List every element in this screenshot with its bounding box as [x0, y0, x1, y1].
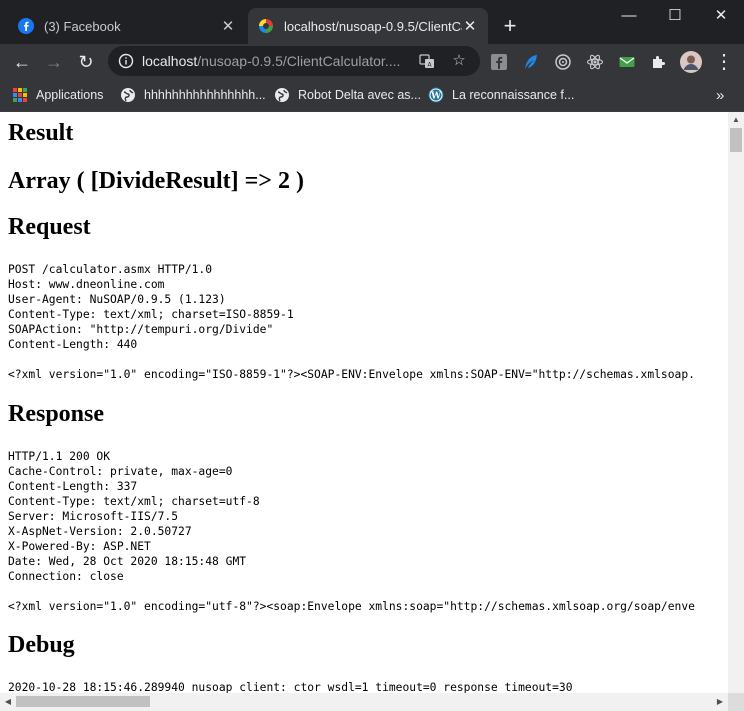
browser-toolbar: ← → ↻ localhost/nusoap-0.9.5/ClientCalcu…	[0, 44, 744, 79]
url-text[interactable]: localhost/nusoap-0.9.5/ClientCalculator.…	[142, 53, 404, 69]
scroll-right-arrow-icon[interactable]: ▶	[712, 697, 728, 706]
puzzle-icon[interactable]	[650, 53, 668, 71]
tab-title: (3) Facebook	[44, 18, 121, 34]
close-tab-icon[interactable]: ✕	[220, 17, 236, 35]
svg-text:W: W	[430, 92, 442, 102]
bookmark-applications[interactable]: Applications	[12, 85, 103, 105]
page-viewport[interactable]: Result Array ( [DivideResult] => 2 ) Req…	[0, 112, 728, 693]
tab-client-calculator[interactable]: localhost/nusoap-0.9.5/ClientCalculator.…	[248, 8, 488, 44]
apps-grid-icon	[13, 88, 27, 102]
vertical-scrollbar[interactable]: ▲	[728, 112, 744, 693]
debug-line: 2020-10-28 18:15:46.289940 nusoap_client…	[8, 681, 573, 693]
back-button[interactable]: ←	[8, 48, 36, 76]
bookmark-hhhh[interactable]: hhhhhhhhhhhhhhhh...	[120, 85, 266, 105]
url-host: localhost	[142, 53, 198, 69]
reload-button[interactable]: ↻	[72, 48, 100, 76]
target-ext-icon[interactable]	[554, 53, 572, 71]
react-ext-icon[interactable]	[586, 53, 604, 71]
url-path: /nusoap-0.9.5/ClientCalculator....	[197, 53, 401, 69]
bookmarks-bar: Applications hhhhhhhhhhhhhhhh... Robot D…	[0, 79, 744, 112]
horizontal-scroll-thumb[interactable]	[16, 696, 150, 707]
bookmark-label: Applications	[36, 88, 104, 102]
site-favicon	[259, 19, 273, 33]
new-tab-button[interactable]: +	[500, 12, 520, 40]
bookmarks-overflow-button[interactable]: »	[716, 85, 724, 105]
tab-facebook[interactable]: (3) Facebook ✕	[8, 8, 246, 44]
facebook-icon	[18, 18, 34, 34]
globe-icon	[121, 88, 135, 102]
minimize-button[interactable]: —	[606, 4, 652, 28]
request-body: <?xml version="1.0" encoding="ISO-8859-1…	[8, 368, 695, 381]
facebook-ext-icon[interactable]	[490, 53, 508, 71]
browser-menu-button[interactable]: ⋮	[710, 48, 738, 76]
response-headers: HTTP/1.1 200 OK Cache-Control: private, …	[8, 450, 260, 583]
info-icon[interactable]	[118, 53, 134, 69]
title-bar: (3) Facebook ✕ localhost/nusoap-0.9.5/Cl…	[0, 0, 744, 44]
response-body: <?xml version="1.0" encoding="utf-8"?><s…	[8, 600, 695, 613]
wordpress-icon: W	[428, 87, 444, 103]
forward-button[interactable]: →	[40, 48, 68, 76]
result-value: Array ( [DivideResult] => 2 )	[8, 168, 304, 194]
feather-ext-icon[interactable]	[522, 53, 540, 71]
mail-ext-icon[interactable]	[618, 53, 636, 71]
bookmark-label: Robot Delta avec as...	[298, 88, 421, 102]
bookmark-reconnaissance[interactable]: W La reconnaissance f...	[428, 85, 574, 105]
result-heading: Result	[8, 120, 74, 146]
profile-avatar[interactable]	[680, 51, 702, 73]
scroll-left-arrow-icon[interactable]: ◀	[0, 697, 16, 706]
bookmark-label: hhhhhhhhhhhhhhhh...	[144, 88, 266, 102]
bookmark-star-icon[interactable]: ☆	[450, 52, 468, 70]
horizontal-scrollbar[interactable]: ◀ ▶	[0, 693, 728, 711]
close-tab-icon[interactable]: ✕	[462, 17, 478, 35]
globe-icon	[275, 88, 289, 102]
bookmark-robot-delta[interactable]: Robot Delta avec as...	[274, 85, 421, 105]
scrollbar-corner	[728, 693, 744, 711]
debug-heading: Debug	[8, 632, 75, 658]
bookmark-label: La reconnaissance f...	[452, 88, 575, 102]
request-heading: Request	[8, 214, 91, 240]
address-bar[interactable]: localhost/nusoap-0.9.5/ClientCalculator.…	[108, 46, 480, 76]
request-headers: POST /calculator.asmx HTTP/1.0 Host: www…	[8, 263, 294, 351]
translate-icon[interactable]: A	[418, 52, 436, 70]
vertical-scroll-thumb[interactable]	[730, 128, 742, 152]
response-heading: Response	[8, 401, 105, 427]
close-window-button[interactable]: ✕	[698, 4, 744, 28]
scroll-up-arrow-icon[interactable]: ▲	[728, 115, 744, 124]
tab-title: localhost/nusoap-0.9.5/ClientCalculator.…	[284, 18, 462, 34]
maximize-button[interactable]: ☐	[652, 4, 698, 28]
